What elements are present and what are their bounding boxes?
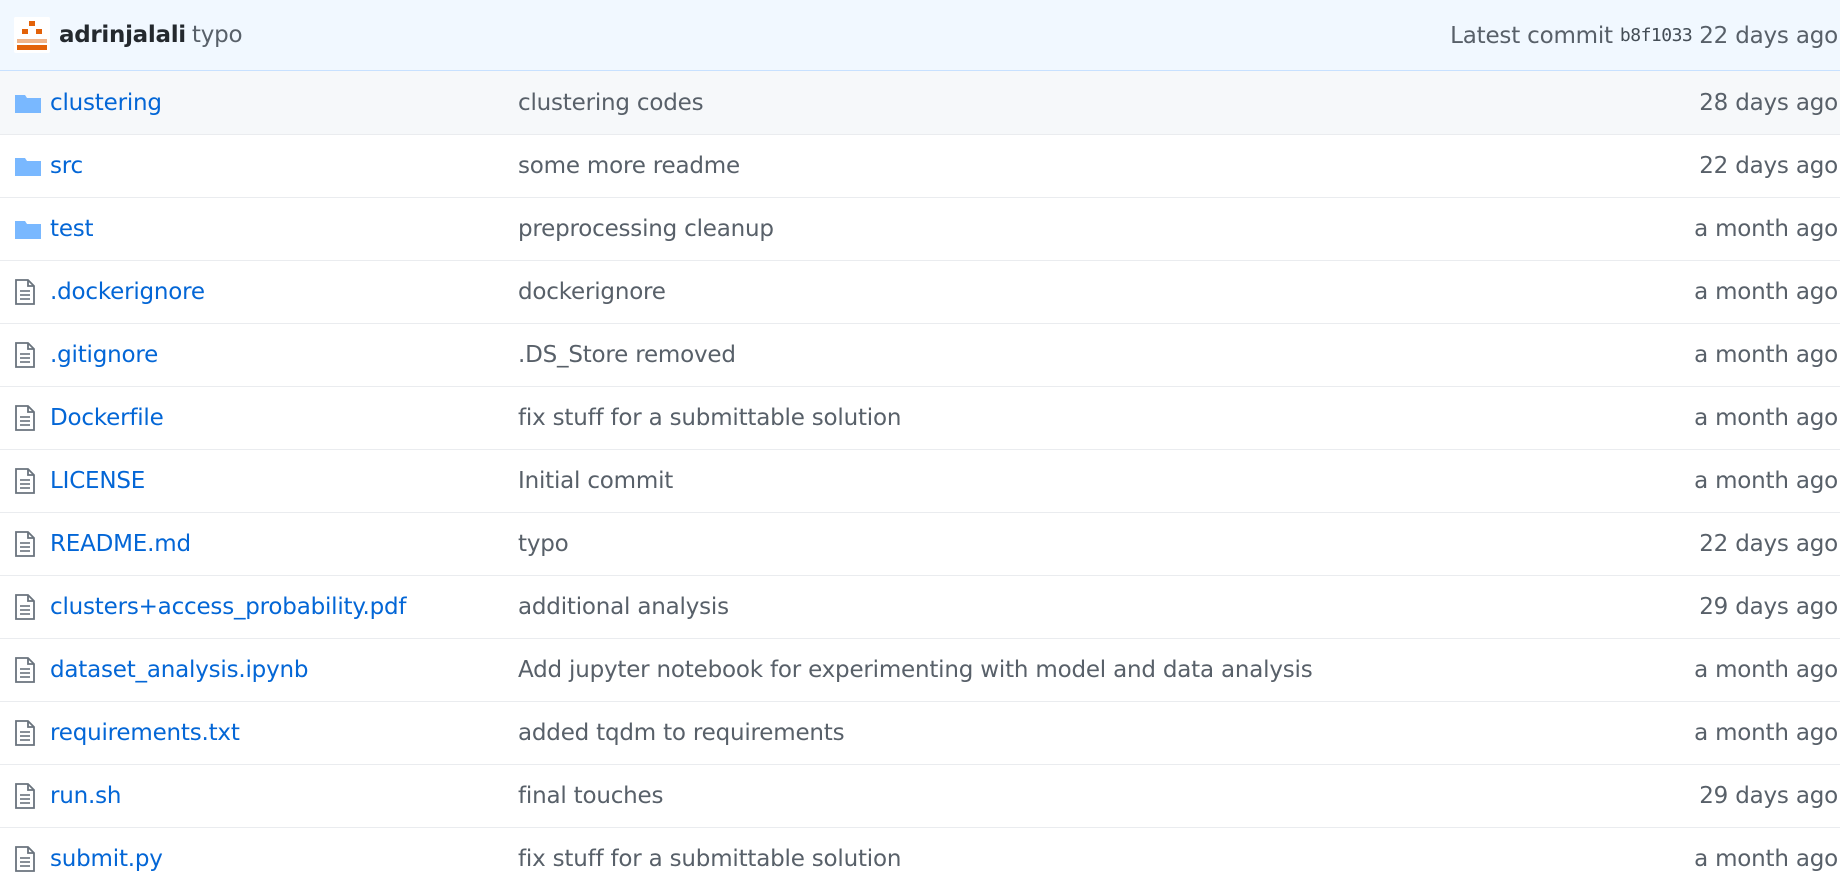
file-name-link[interactable]: run.sh <box>50 783 518 809</box>
file-list: clustering clustering codes 28 days ago … <box>0 71 1840 872</box>
folder-icon <box>14 92 42 114</box>
latest-commit-label: Latest commit <box>1450 22 1613 49</box>
row-icon-cell <box>0 657 50 683</box>
file-row-6[interactable]: LICENSE Initial commit a month ago <box>0 449 1840 512</box>
latest-commit-info: Latest commit b8f1033 22 days ago <box>1450 0 1838 71</box>
file-commit-age: 29 days ago <box>1699 783 1838 809</box>
file-commit-message-link[interactable]: some more readme <box>518 153 1840 179</box>
file-name-link[interactable]: submit.py <box>50 846 518 872</box>
row-icon-cell <box>0 783 50 809</box>
file-commit-age: 22 days ago <box>1699 153 1838 179</box>
file-row-1[interactable]: src some more readme 22 days ago <box>0 134 1840 197</box>
file-name-link[interactable]: Dockerfile <box>50 405 518 431</box>
file-commit-message-link[interactable]: dockerignore <box>518 279 1840 305</box>
file-commit-age: a month ago <box>1694 846 1838 872</box>
file-row-7[interactable]: README.md typo 22 days ago <box>0 512 1840 575</box>
row-icon-cell <box>0 279 50 305</box>
file-name-link[interactable]: clusters+access_probability.pdf <box>50 594 518 620</box>
file-commit-age: a month ago <box>1694 468 1838 494</box>
file-name-link[interactable]: README.md <box>50 531 518 557</box>
folder-icon <box>14 155 42 177</box>
avatar[interactable] <box>14 17 50 53</box>
file-name-link[interactable]: clustering <box>50 90 518 116</box>
file-icon <box>14 531 36 557</box>
file-row-12[interactable]: submit.py fix stuff for a submittable so… <box>0 827 1840 872</box>
commit-author-link[interactable]: adrinjalali <box>59 22 186 48</box>
file-commit-message-link[interactable]: .DS_Store removed <box>518 342 1840 368</box>
file-row-11[interactable]: run.sh final touches 29 days ago <box>0 764 1840 827</box>
file-row-10[interactable]: requirements.txt added tqdm to requireme… <box>0 701 1840 764</box>
row-icon-cell <box>0 594 50 620</box>
file-commit-age: a month ago <box>1694 279 1838 305</box>
row-icon-cell <box>0 218 50 240</box>
file-name-link[interactable]: test <box>50 216 518 242</box>
file-row-5[interactable]: Dockerfile fix stuff for a submittable s… <box>0 386 1840 449</box>
latest-commit-bar: adrinjalali typo Latest commit b8f1033 2… <box>0 0 1840 71</box>
file-commit-message-link[interactable]: preprocessing cleanup <box>518 216 1840 242</box>
row-icon-cell <box>0 92 50 114</box>
file-row-0[interactable]: clustering clustering codes 28 days ago <box>0 71 1840 134</box>
commit-message-link[interactable]: typo <box>192 22 243 48</box>
file-name-link[interactable]: .dockerignore <box>50 279 518 305</box>
folder-icon <box>14 218 42 240</box>
row-icon-cell <box>0 405 50 431</box>
file-row-3[interactable]: .dockerignore dockerignore a month ago <box>0 260 1840 323</box>
file-name-link[interactable]: LICENSE <box>50 468 518 494</box>
row-icon-cell <box>0 342 50 368</box>
file-commit-age: a month ago <box>1694 720 1838 746</box>
file-icon <box>14 846 36 872</box>
file-row-9[interactable]: dataset_analysis.ipynb Add jupyter noteb… <box>0 638 1840 701</box>
file-name-link[interactable]: dataset_analysis.ipynb <box>50 657 518 683</box>
file-navigation-table: adrinjalali typo Latest commit b8f1033 2… <box>0 0 1840 872</box>
file-icon <box>14 342 36 368</box>
file-commit-message-link[interactable]: typo <box>518 531 1840 557</box>
avatar-identicon-icon <box>14 17 50 53</box>
row-icon-cell <box>0 468 50 494</box>
file-commit-message-link[interactable]: final touches <box>518 783 1840 809</box>
file-icon <box>14 279 36 305</box>
file-commit-message-link[interactable]: added tqdm to requirements <box>518 720 1840 746</box>
file-commit-age: 28 days ago <box>1699 89 1838 116</box>
file-icon <box>14 657 36 683</box>
file-row-2[interactable]: test preprocessing cleanup a month ago <box>0 197 1840 260</box>
file-commit-age: a month ago <box>1694 216 1838 242</box>
file-commit-message-link[interactable]: fix stuff for a submittable solution <box>518 846 1840 872</box>
file-commit-age: a month ago <box>1694 342 1838 368</box>
file-commit-message-link[interactable]: fix stuff for a submittable solution <box>518 405 1840 431</box>
file-commit-age: 22 days ago <box>1699 531 1838 557</box>
file-name-link[interactable]: requirements.txt <box>50 720 518 746</box>
row-icon-cell <box>0 531 50 557</box>
file-commit-age: a month ago <box>1694 405 1838 431</box>
latest-commit-age: 22 days ago <box>1699 22 1838 49</box>
file-icon <box>14 720 36 746</box>
file-commit-age: a month ago <box>1694 657 1838 683</box>
commit-sha-link[interactable]: b8f1033 <box>1620 25 1693 46</box>
file-row-4[interactable]: .gitignore .DS_Store removed a month ago <box>0 323 1840 386</box>
row-icon-cell <box>0 846 50 872</box>
row-icon-cell <box>0 155 50 177</box>
file-commit-message-link[interactable]: clustering codes <box>518 90 1840 116</box>
row-icon-cell <box>0 720 50 746</box>
file-icon <box>14 405 36 431</box>
file-commit-message-link[interactable]: additional analysis <box>518 594 1840 620</box>
file-commit-age: 29 days ago <box>1699 594 1838 620</box>
file-icon <box>14 468 36 494</box>
file-row-8[interactable]: clusters+access_probability.pdf addition… <box>0 575 1840 638</box>
file-name-link[interactable]: src <box>50 153 518 179</box>
file-icon <box>14 594 36 620</box>
file-name-link[interactable]: .gitignore <box>50 342 518 368</box>
file-commit-message-link[interactable]: Initial commit <box>518 468 1840 494</box>
file-icon <box>14 783 36 809</box>
file-commit-message-link[interactable]: Add jupyter notebook for experimenting w… <box>518 657 1840 683</box>
